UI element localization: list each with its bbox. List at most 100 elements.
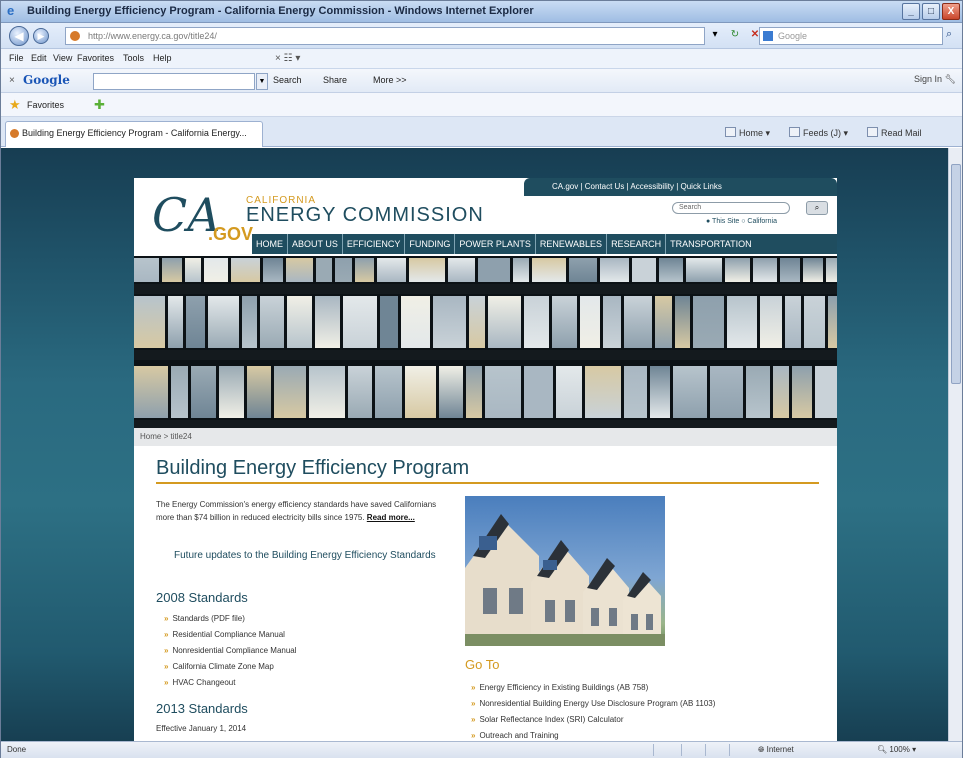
hero-window-pane — [274, 366, 306, 418]
list-item[interactable]: » HVAC Changeout — [164, 675, 464, 691]
menu-edit[interactable]: Edit — [31, 53, 47, 63]
zoom-level: 100% — [889, 745, 910, 754]
toolbar-extras-icon[interactable]: × ☷ ▾ — [275, 53, 300, 64]
hero-window-pane — [556, 366, 582, 418]
forward-icon[interactable]: ▶ — [33, 28, 49, 44]
hero-window-pane — [524, 296, 549, 348]
close-button[interactable]: X — [942, 3, 960, 20]
hero-window-pane — [186, 296, 205, 348]
list-item[interactable]: » Outreach and Training — [471, 728, 831, 741]
status-bar: Done 🌐︎ Internet 🔍︎ 100% ▾ — [1, 741, 962, 758]
address-tools: ▾ ↻ ✕ — [707, 27, 763, 43]
menu-help[interactable]: Help — [153, 53, 172, 63]
hero-window-pane — [134, 258, 159, 282]
hero-window-pane — [753, 258, 777, 282]
hero-window-pane — [686, 258, 722, 282]
nav-funding[interactable]: FUNDING — [405, 234, 456, 254]
future-updates-link[interactable]: Future updates to the Building Energy Ef… — [174, 549, 444, 562]
list-item-label: Outreach and Training — [479, 731, 559, 740]
hero-window-pane — [804, 296, 825, 348]
browser-search-input[interactable]: Google — [759, 27, 943, 45]
list-item[interactable]: » California Climate Zone Map — [164, 659, 464, 675]
hero-window-pane — [673, 366, 707, 418]
close-toolbar-icon[interactable]: × — [9, 75, 15, 86]
back-icon[interactable]: ◀ — [9, 26, 29, 46]
nav-transportation[interactable]: TRANSPORTATION — [666, 234, 756, 254]
wrench-icon[interactable]: 🔧︎ — [945, 74, 956, 84]
hero-window-pane — [439, 366, 463, 418]
search-scope-radio[interactable]: ● This Site ○ California — [706, 218, 777, 225]
list-item[interactable]: » Solar Reflectance Index (SRI) Calculato… — [471, 712, 831, 728]
url-field[interactable]: http://www.energy.ca.gov/title24/ — [65, 27, 705, 45]
minimize-button[interactable]: _ — [902, 3, 920, 20]
hero-window-pane — [488, 296, 521, 348]
title-bar: e Building Energy Efficiency Program - C… — [1, 1, 962, 23]
hero-window-pane — [580, 296, 600, 348]
favorites-star-icon[interactable]: ★ — [9, 97, 21, 113]
google-signin-button[interactable]: Sign In 🔧︎ — [914, 74, 956, 85]
hero-window-pane — [478, 258, 510, 282]
goto-heading: Go To — [465, 657, 500, 672]
list-item[interactable]: » Energy Efficiency in Existing Buildings… — [471, 680, 831, 696]
google-search-button[interactable]: Search — [273, 75, 302, 85]
read-mail-button[interactable]: Read Mail — [867, 127, 922, 138]
list-item[interactable]: » Nonresidential Building Energy Use Disc… — [471, 696, 831, 712]
org-name[interactable]: ENERGY COMMISSION — [246, 204, 484, 227]
page-title: Building Energy Efficiency Program — [156, 457, 470, 479]
menu-file[interactable]: File — [9, 53, 24, 63]
favorites-button[interactable]: Favorites — [27, 100, 64, 110]
nav-renewables[interactable]: RENEWABLES — [536, 234, 608, 254]
zoom-control[interactable]: 🔍︎ 100% ▾ — [877, 745, 916, 754]
list-item[interactable]: » Nonresidential Compliance Manual — [164, 643, 464, 659]
refresh-icon[interactable]: ↻ — [727, 27, 743, 43]
search-icon[interactable]: ⌕ — [946, 28, 960, 44]
list-item-label: Residential Compliance Manual — [172, 630, 285, 639]
ca-gov-logo-suffix: .GOV — [208, 224, 254, 244]
nav-home[interactable]: HOME — [252, 234, 288, 254]
list-item[interactable]: » Residential Compliance Manual — [164, 627, 464, 643]
vertical-scrollbar[interactable] — [948, 148, 962, 741]
google-search-dropdown[interactable]: ▼ — [256, 73, 268, 90]
scrollbar-thumb[interactable] — [951, 164, 961, 384]
tab-active[interactable]: Building Energy Efficiency Program - Cal… — [5, 121, 263, 147]
status-divider — [705, 744, 706, 756]
nav-about-us[interactable]: ABOUT US — [288, 234, 343, 254]
dropdown-icon[interactable]: ▾ — [707, 27, 723, 43]
feeds-button[interactable]: Feeds (J) ▾ — [789, 127, 848, 139]
utility-links[interactable]: CA.gov | Contact Us | Accessibility | Qu… — [552, 182, 722, 191]
menu-tools[interactable]: Tools — [123, 53, 144, 63]
menu-favorites[interactable]: Favorites — [77, 53, 114, 63]
site-header: CA.gov | Contact Us | Accessibility | Qu… — [134, 178, 837, 256]
hero-window-pane — [260, 296, 284, 348]
hero-window-pane — [162, 258, 182, 282]
hero-window-pane — [309, 366, 345, 418]
hero-office-building-image — [134, 256, 837, 428]
menu-view[interactable]: View — [53, 53, 72, 63]
hero-window-pane — [380, 296, 398, 348]
tab-label: Building Energy Efficiency Program - Cal… — [22, 128, 247, 138]
browser-window: e Building Energy Efficiency Program - C… — [0, 0, 963, 758]
google-search-input[interactable] — [93, 73, 255, 90]
google-more-button[interactable]: More >> — [373, 75, 407, 85]
nav-power-plants[interactable]: POWER PLANTS — [455, 234, 536, 254]
nav-efficiency[interactable]: EFFICIENCY — [343, 234, 406, 254]
add-favorite-icon[interactable]: ✚ — [94, 97, 105, 113]
home-label: Home — [739, 128, 764, 138]
security-zone[interactable]: 🌐︎ Internet — [758, 745, 794, 755]
hero-floor-slab — [134, 420, 837, 428]
hero-window-pane — [242, 296, 257, 348]
hero-window-pane — [624, 366, 647, 418]
site-search-icon[interactable]: ⌕ — [806, 201, 828, 215]
read-more-link[interactable]: Read more... — [367, 513, 415, 522]
google-share-button[interactable]: Share — [323, 75, 347, 85]
breadcrumb[interactable]: Home > title24 — [134, 428, 837, 446]
hero-window-pane — [655, 296, 672, 348]
nav-research[interactable]: RESEARCH — [607, 234, 667, 254]
site-search-input[interactable]: Search — [672, 202, 790, 214]
standards-2008-list: » Standards (PDF file) » Residential Compl… — [164, 611, 464, 691]
list-item-label: HVAC Changeout — [172, 678, 236, 687]
home-button[interactable]: Home ▾ — [725, 127, 770, 139]
maximize-button[interactable]: □ — [922, 3, 940, 20]
hero-window-pane — [355, 258, 374, 282]
list-item[interactable]: » Standards (PDF file) — [164, 611, 464, 627]
